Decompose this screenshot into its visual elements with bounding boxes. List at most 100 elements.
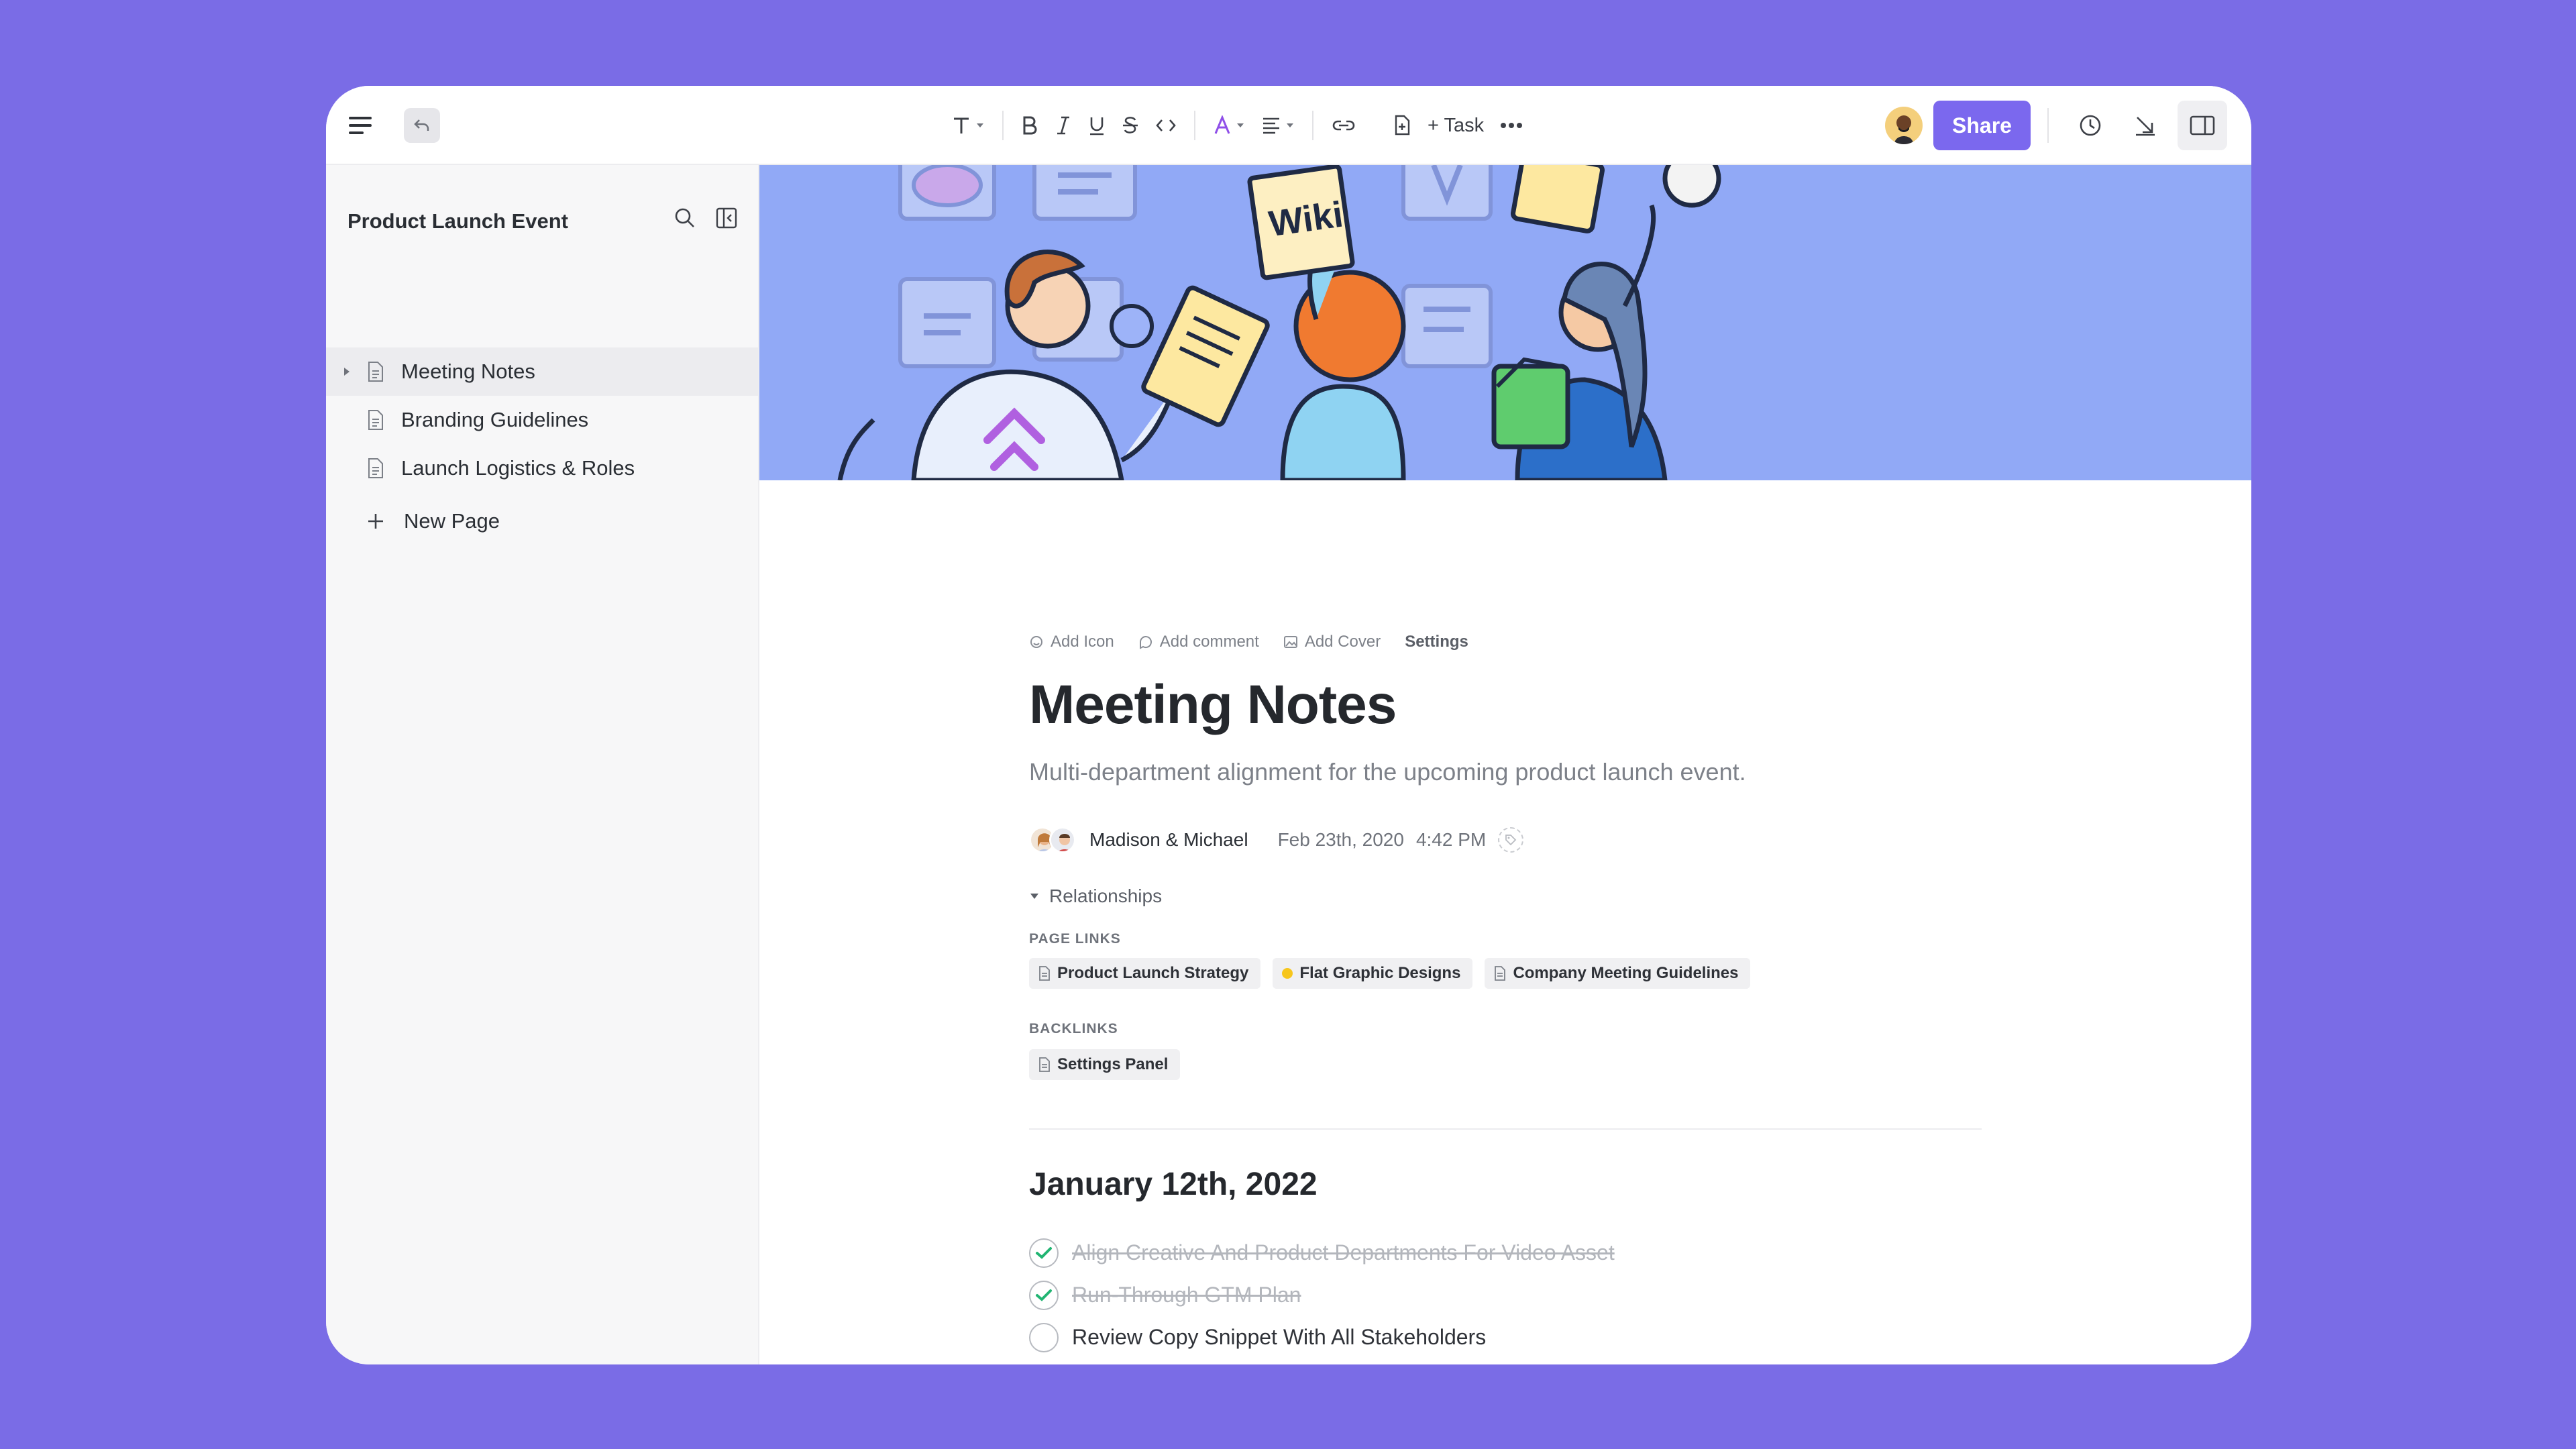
team-illustration: Wiki <box>837 165 1721 480</box>
italic-icon <box>1057 116 1069 135</box>
page-link-chip[interactable]: Flat Graphic Designs <box>1273 958 1473 989</box>
sidebar-item-label: Branding Guidelines <box>401 408 589 431</box>
align-button[interactable] <box>1253 105 1303 146</box>
page-subtitle[interactable]: Multi-department alignment for the upcom… <box>1029 758 1746 786</box>
arrow-down-right-icon <box>2136 117 2155 136</box>
document-icon <box>1039 966 1050 981</box>
app-window: + Task Share Product Launch Event Meetin… <box>326 86 2251 1364</box>
checkmark-icon <box>1036 1246 1052 1259</box>
sidebar-item-meeting-notes[interactable]: Meeting Notes <box>326 347 758 396</box>
backlinks: Settings Panel <box>1029 1049 1181 1080</box>
cover-image[interactable]: Wiki <box>759 165 2251 480</box>
sidebar-panel-icon <box>2190 115 2215 136</box>
todo-item: Run-Through GTM Plan <box>1029 1274 1615 1316</box>
add-doc-button[interactable] <box>1385 105 1419 146</box>
created-time: 4:42 PM <box>1415 829 1487 850</box>
collapse-sidebar-button[interactable] <box>715 207 738 233</box>
menu-icon[interactable] <box>347 115 374 136</box>
divider <box>1029 1128 1982 1130</box>
link-icon <box>1332 120 1355 131</box>
relationships-label: Relationships <box>1049 885 1163 906</box>
todo-text[interactable]: Run-Through GTM Plan <box>1072 1283 1301 1307</box>
backlinks-label: BACKLINKS <box>1029 1021 1118 1036</box>
new-page-label: New Page <box>404 509 500 533</box>
page-links-label: PAGE LINKS <box>1029 931 1121 947</box>
minimize-button[interactable] <box>2133 113 2157 138</box>
new-page-button[interactable]: New Page <box>326 492 758 550</box>
history-button[interactable] <box>2078 113 2102 138</box>
plus-icon <box>368 514 383 529</box>
page-title[interactable]: Meeting Notes <box>1029 674 1397 737</box>
todo-checkbox[interactable] <box>1029 1280 1059 1310</box>
add-cover-label: Add Cover <box>1304 633 1381 651</box>
document-icon <box>368 362 383 382</box>
toggle-panel-button[interactable] <box>2178 101 2227 150</box>
todo-checkbox[interactable] <box>1029 1238 1059 1268</box>
bold-icon <box>1023 116 1037 135</box>
backlink-label: Settings Panel <box>1057 1055 1169 1073</box>
undo-icon <box>414 119 429 131</box>
sidebar: Product Launch Event Meeting Notes Brand… <box>326 165 759 1364</box>
tag-icon <box>1505 835 1517 846</box>
sidebar-item-label: Meeting Notes <box>401 360 535 383</box>
clock-icon <box>2080 115 2101 136</box>
smiley-icon <box>1030 636 1042 648</box>
underline-button[interactable] <box>1080 105 1114 146</box>
caret-down-icon <box>1287 123 1293 127</box>
sidebar-item-label: Launch Logistics & Roles <box>401 456 635 480</box>
page-link-chip[interactable]: Company Meeting Guidelines <box>1485 958 1751 989</box>
add-comment-button[interactable]: Add comment <box>1138 633 1259 651</box>
document-icon <box>1495 966 1506 981</box>
authors: Madison & Michael <box>1089 829 1248 850</box>
undo-button[interactable] <box>404 108 440 143</box>
page-link-chip[interactable]: Product Launch Strategy <box>1029 958 1261 989</box>
todo-text[interactable]: Review Copy Snippet With All Stakeholder… <box>1072 1325 1486 1350</box>
add-tag-button[interactable] <box>1498 827 1524 853</box>
checkmark-icon <box>1036 1289 1052 1301</box>
avatar-michael[interactable] <box>1049 826 1076 853</box>
backlink-chip[interactable]: Settings Panel <box>1029 1049 1181 1080</box>
document-icon <box>368 410 383 430</box>
add-comment-label: Add comment <box>1159 633 1259 651</box>
add-cover-button[interactable]: Add Cover <box>1283 633 1381 651</box>
todo-list: Align Creative And Product Departments F… <box>1029 1232 1615 1358</box>
expand-arrow-icon[interactable] <box>342 366 352 377</box>
todo-text[interactable]: Align Creative And Product Departments F… <box>1072 1240 1615 1265</box>
page-link-label: Flat Graphic Designs <box>1299 964 1461 982</box>
sidebar-item-branding-guidelines[interactable]: Branding Guidelines <box>326 396 758 444</box>
add-task-button[interactable]: + Task <box>1419 105 1492 146</box>
text-color-button[interactable] <box>1205 105 1253 146</box>
link-button[interactable] <box>1323 105 1364 146</box>
add-task-label: + Task <box>1428 114 1485 136</box>
more-options-button[interactable] <box>1492 105 1531 146</box>
settings-button[interactable]: Settings <box>1405 633 1468 651</box>
settings-label: Settings <box>1405 633 1468 651</box>
code-button[interactable] <box>1147 105 1185 146</box>
collapse-sidebar-icon <box>716 207 737 229</box>
page-links: Product Launch Strategy Flat Graphic Des… <box>1029 958 1751 989</box>
italic-button[interactable] <box>1046 105 1080 146</box>
align-left-icon <box>1263 117 1279 134</box>
sidebar-item-launch-logistics[interactable]: Launch Logistics & Roles <box>326 444 758 492</box>
text-style-button[interactable] <box>943 105 993 146</box>
document-plus-icon <box>1395 115 1410 136</box>
bold-button[interactable] <box>1013 105 1046 146</box>
strikethrough-button[interactable] <box>1114 105 1147 146</box>
todo-item: Review Copy Snippet With All Stakeholder… <box>1029 1316 1615 1358</box>
todo-item: Align Creative And Product Departments F… <box>1029 1232 1615 1274</box>
user-avatar[interactable] <box>1885 107 1923 144</box>
strikethrough-icon <box>1123 117 1138 133</box>
more-dots-icon <box>1501 123 1523 128</box>
caret-down-icon <box>1030 894 1038 899</box>
todo-checkbox[interactable] <box>1029 1322 1059 1352</box>
document-icon <box>368 458 383 478</box>
status-dot-icon <box>1282 968 1293 979</box>
section-heading[interactable]: January 12th, 2022 <box>1029 1166 1318 1203</box>
share-button[interactable]: Share <box>1933 101 2031 150</box>
relationships-toggle[interactable]: Relationships <box>1029 885 1162 907</box>
add-icon-button[interactable]: Add Icon <box>1029 633 1114 651</box>
format-toolbar: + Task <box>943 86 1531 165</box>
comment-icon <box>1139 636 1152 649</box>
underline-icon <box>1090 117 1104 136</box>
sidebar-search-button[interactable] <box>674 207 696 233</box>
